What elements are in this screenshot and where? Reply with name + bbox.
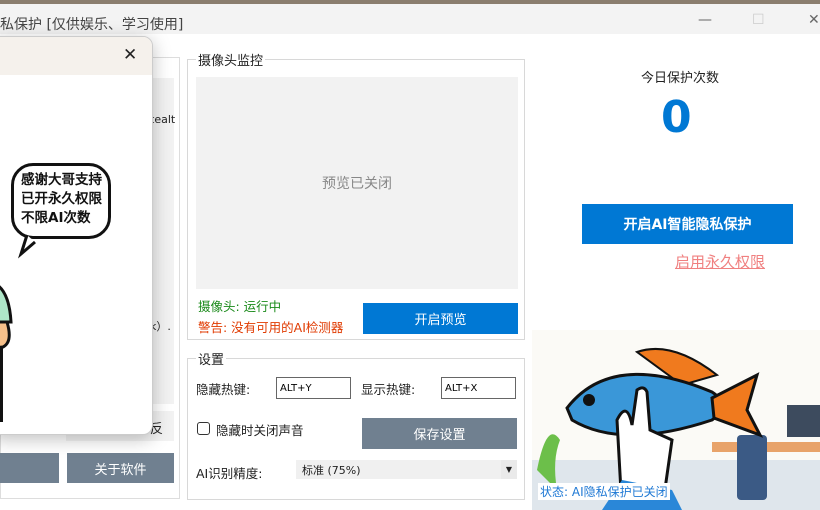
mute-label: 隐藏时关闭声音 xyxy=(216,423,304,438)
show-hotkey-input[interactable] xyxy=(441,377,516,399)
mute-checkbox[interactable] xyxy=(197,422,210,435)
warning-text: 警告: 没有可用的AI检测器 xyxy=(198,320,344,335)
title-bar: 私保护 [仅供娱乐、学习使用] — ☐ ✕ xyxy=(0,4,820,34)
start-protection-button[interactable]: 开启AI智能隐私保护 xyxy=(582,204,793,244)
start-preview-button[interactable]: 开启预览 xyxy=(363,303,518,334)
protect-count-label: 今日保护次数 xyxy=(641,71,720,86)
bubble-line: 不限AI次数 xyxy=(21,210,91,226)
chevron-down-icon[interactable]: ▼ xyxy=(501,460,517,479)
camera-preview: 预览已关闭 xyxy=(196,77,518,289)
permanent-license-link[interactable]: 启用永久权限 xyxy=(675,251,765,272)
left-button[interactable] xyxy=(0,453,59,483)
minimize-button[interactable]: — xyxy=(698,12,712,28)
bubble-line: 已开永久权限 xyxy=(21,191,102,207)
settings-group-legend: 设置 xyxy=(198,353,225,368)
camera-group-legend: 摄像头监控 xyxy=(198,54,264,69)
left-text-fragment: tealt xyxy=(150,113,176,126)
window-title: 私保护 [仅供娱乐、学习使用] xyxy=(0,17,184,33)
camera-status: 摄像头: 运行中 xyxy=(198,299,282,314)
close-button[interactable]: ✕ xyxy=(808,12,820,28)
maximize-button[interactable]: ☐ xyxy=(752,12,765,28)
hide-hotkey-input[interactable] xyxy=(276,377,351,399)
speech-bubble: 感谢大哥支持 已开永久权限 不限AI次数 xyxy=(11,163,111,239)
protect-count: 0 xyxy=(661,92,692,143)
about-button[interactable]: 关于软件 xyxy=(67,453,174,483)
hide-hotkey-label: 隐藏热键: xyxy=(196,382,251,397)
status-bar-text: 状态: AI隐私保护已关闭 xyxy=(538,483,670,500)
left-text-fragment: k）. xyxy=(150,320,171,333)
precision-value: 标准 (75%) xyxy=(302,464,361,477)
precision-label: AI识别精度: xyxy=(196,466,263,481)
bubble-line: 感谢大哥支持 xyxy=(21,172,102,188)
dialog-close-icon[interactable]: ✕ xyxy=(123,45,137,65)
precision-select[interactable]: 标准 (75%) ▼ xyxy=(296,460,517,479)
show-hotkey-label: 显示热键: xyxy=(361,382,416,397)
cartoon-character-icon xyxy=(0,234,36,422)
thanks-dialog: ✕ 感谢大哥支持 已开永久权限 不限AI次数 xyxy=(0,36,153,435)
save-settings-button[interactable]: 保存设置 xyxy=(362,418,517,449)
